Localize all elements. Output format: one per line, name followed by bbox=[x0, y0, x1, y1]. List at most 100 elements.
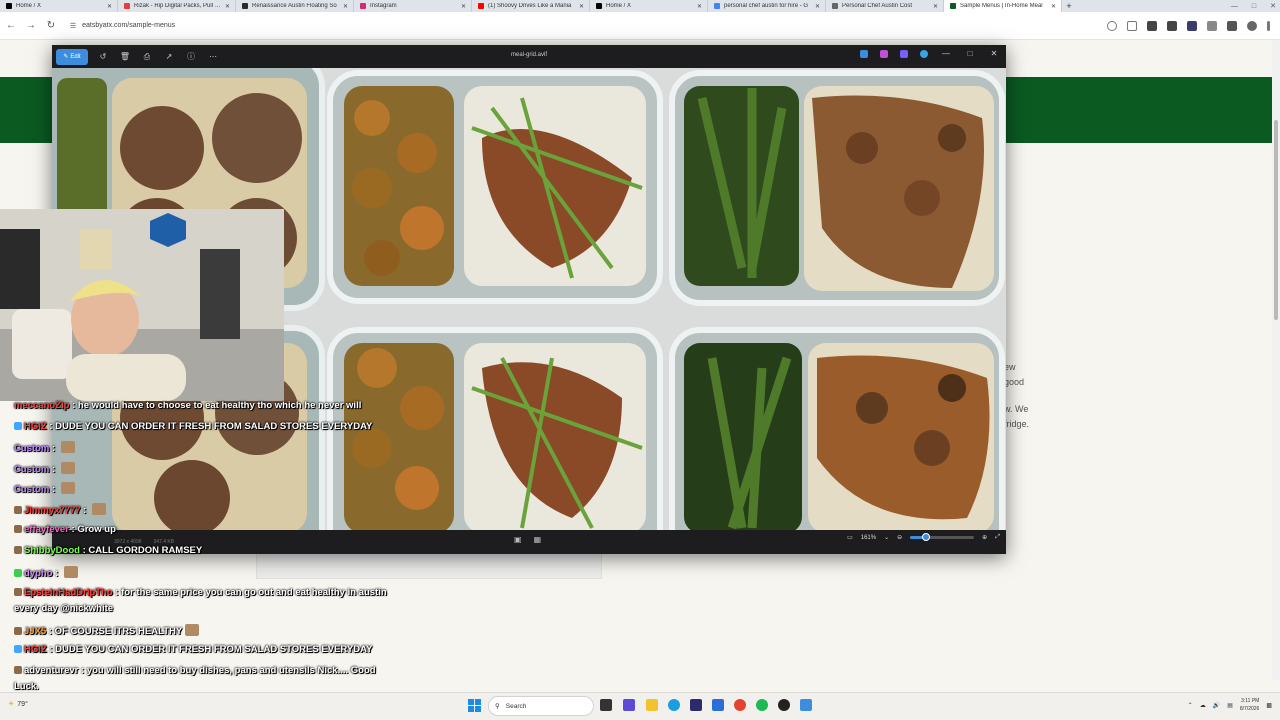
puzzle-icon[interactable] bbox=[1207, 20, 1217, 31]
browser-tab[interactable]: Home / X ✕ bbox=[0, 0, 118, 12]
browser-tab[interactable]: Rizak - Rip Digital Packs, Pull Re ✕ bbox=[118, 0, 236, 12]
tab-favicon-icon bbox=[242, 3, 248, 9]
chevron-down-icon[interactable]: ⌄ bbox=[884, 534, 889, 541]
close-tab-icon[interactable]: ✕ bbox=[697, 3, 702, 10]
close-tab-icon[interactable]: ✕ bbox=[815, 3, 820, 10]
close-icon[interactable]: ✕ bbox=[1270, 2, 1276, 10]
designer-icon[interactable] bbox=[860, 49, 868, 58]
task-view-icon[interactable] bbox=[600, 699, 612, 711]
tab-favicon-icon bbox=[124, 3, 130, 9]
close-tab-icon[interactable]: ✕ bbox=[225, 3, 230, 10]
clock-time: 3:11 PM bbox=[1241, 698, 1260, 704]
chat-username: Custom bbox=[14, 464, 50, 475]
volume-icon[interactable]: 🔊 bbox=[1213, 702, 1220, 709]
share-icon[interactable]: ↗ bbox=[162, 50, 176, 64]
minimize-icon[interactable]: — bbox=[1231, 3, 1238, 10]
maximize-icon[interactable]: □ bbox=[1252, 3, 1256, 10]
more-icon[interactable]: ⋯ bbox=[206, 50, 220, 64]
chat-message: dypho : bbox=[14, 566, 78, 579]
zoom-in-icon[interactable]: ⊕ bbox=[982, 534, 987, 541]
browser-tab[interactable]: Sample Menus | In-Home Meal ✕ bbox=[944, 0, 1062, 12]
close-tab-icon[interactable]: ✕ bbox=[107, 3, 112, 10]
browser-tab[interactable]: Personal Chef Austin Cost ✕ bbox=[826, 0, 944, 12]
tab-favicon-icon bbox=[478, 3, 484, 9]
spotify-icon[interactable] bbox=[756, 699, 768, 711]
extension-icon[interactable] bbox=[1187, 20, 1197, 31]
file-explorer-icon[interactable] bbox=[646, 699, 658, 711]
container bbox=[327, 327, 663, 530]
notification-icon[interactable]: ▩ bbox=[1266, 702, 1272, 709]
obs-icon[interactable] bbox=[778, 699, 790, 711]
zoom-slider-handle[interactable] bbox=[922, 533, 931, 541]
taskbar-search[interactable]: ⚲ Search bbox=[488, 696, 594, 716]
browser-tab[interactable]: Renaissance Austin Floating So ✕ bbox=[236, 0, 354, 12]
bookmark-star-icon[interactable] bbox=[1127, 20, 1137, 31]
copilot-app-icon[interactable] bbox=[623, 699, 635, 711]
fit-window-icon[interactable]: ▭ bbox=[847, 534, 853, 541]
rotate-icon[interactable]: ↺ bbox=[96, 50, 110, 64]
weather-widget[interactable]: ☀ 79° bbox=[8, 700, 28, 709]
minimize-icon[interactable]: — bbox=[940, 49, 952, 58]
clock[interactable]: 3:11 PM 8/7/2026 bbox=[1240, 697, 1259, 713]
chrome-icon[interactable] bbox=[734, 699, 746, 711]
extension-icon[interactable] bbox=[1167, 20, 1177, 31]
chat-text: every day @nickwhite bbox=[14, 603, 114, 614]
info-icon[interactable]: ⓘ bbox=[184, 50, 198, 64]
network-icon[interactable]: ▤ bbox=[1227, 702, 1233, 709]
store-icon[interactable] bbox=[690, 699, 702, 711]
menu-icon[interactable] bbox=[1267, 20, 1270, 31]
close-tab-icon[interactable]: ✕ bbox=[1051, 3, 1056, 10]
zoom-icon[interactable] bbox=[1107, 20, 1117, 31]
chat-badge-icon bbox=[14, 546, 22, 554]
site-body-text: ew good w. We fridge. bbox=[1004, 360, 1064, 432]
tab-title: Rizak - Rip Digital Packs, Pull Re bbox=[134, 3, 222, 9]
close-tab-icon[interactable]: ✕ bbox=[461, 3, 466, 10]
profile-avatar[interactable] bbox=[1247, 20, 1257, 31]
site-info-icon[interactable]: ☰ bbox=[70, 22, 76, 30]
mail-icon[interactable] bbox=[712, 699, 724, 711]
chat-username: Custom bbox=[14, 484, 50, 495]
delete-icon[interactable]: 🗑 bbox=[118, 50, 132, 64]
viewer-window-controls: — □ ✕ bbox=[860, 49, 1000, 58]
site-text-line: w. We bbox=[1004, 404, 1029, 414]
photos-app-icon[interactable] bbox=[800, 699, 812, 711]
chat-text: Grow up bbox=[77, 524, 116, 535]
tab-title: Home / X bbox=[606, 3, 632, 9]
edge-icon[interactable] bbox=[668, 699, 680, 711]
onedrive-icon[interactable] bbox=[920, 49, 928, 58]
reload-icon[interactable]: ↻ bbox=[42, 17, 60, 35]
cloud-icon[interactable]: ☁ bbox=[1200, 702, 1206, 709]
zoom-level[interactable]: 161% bbox=[861, 535, 876, 541]
browser-tab[interactable]: Home / X ✕ bbox=[590, 0, 708, 12]
fullscreen-icon[interactable]: ⤢ bbox=[995, 534, 1000, 541]
scrollbar-thumb[interactable] bbox=[1274, 120, 1278, 320]
back-icon[interactable]: ← bbox=[2, 17, 20, 35]
chevron-up-icon[interactable]: ⌃ bbox=[1188, 702, 1193, 709]
forward-icon[interactable]: → bbox=[22, 17, 40, 35]
print-icon[interactable]: ⎙ bbox=[140, 50, 154, 64]
browser-tab[interactable]: personal chef austin for hire - G ✕ bbox=[708, 0, 826, 12]
browser-tab[interactable]: (1) Shoovy Drives Like a Mania ✕ bbox=[472, 0, 590, 12]
new-tab-button[interactable]: + bbox=[1062, 0, 1076, 12]
fit-icon[interactable]: ▣ bbox=[514, 535, 522, 544]
actual-size-icon[interactable]: ▦ bbox=[534, 535, 542, 544]
chat-badge-icon bbox=[14, 627, 22, 635]
chat-message: every day @nickwhite bbox=[14, 603, 113, 614]
windows-taskbar: ☀ 79° ⚲ Search ⌃ ☁ 🔊 ▤ 3:11 PM 8/7/2026 … bbox=[0, 692, 1280, 720]
windows-start-icon[interactable] bbox=[468, 699, 481, 712]
copilot-icon[interactable] bbox=[880, 49, 888, 58]
close-tab-icon[interactable]: ✕ bbox=[343, 3, 348, 10]
maximize-icon[interactable]: □ bbox=[964, 49, 976, 58]
browser-tab[interactable]: Instagram ✕ bbox=[354, 0, 472, 12]
edit-button[interactable]: ✎ Edit bbox=[56, 48, 88, 65]
close-icon[interactable]: ✕ bbox=[988, 49, 1000, 58]
extension-icon[interactable] bbox=[1147, 20, 1157, 31]
download-icon[interactable] bbox=[1227, 20, 1237, 31]
chat-emote-icon bbox=[60, 482, 75, 494]
close-tab-icon[interactable]: ✕ bbox=[933, 3, 938, 10]
zoom-out-icon[interactable]: ⊖ bbox=[897, 534, 902, 541]
zoom-slider[interactable] bbox=[910, 533, 975, 541]
clipchamp-icon[interactable] bbox=[900, 49, 908, 58]
close-tab-icon[interactable]: ✕ bbox=[579, 3, 584, 10]
address-bar[interactable]: ☰ eatsbyatx.com/sample-menus bbox=[70, 16, 1107, 36]
